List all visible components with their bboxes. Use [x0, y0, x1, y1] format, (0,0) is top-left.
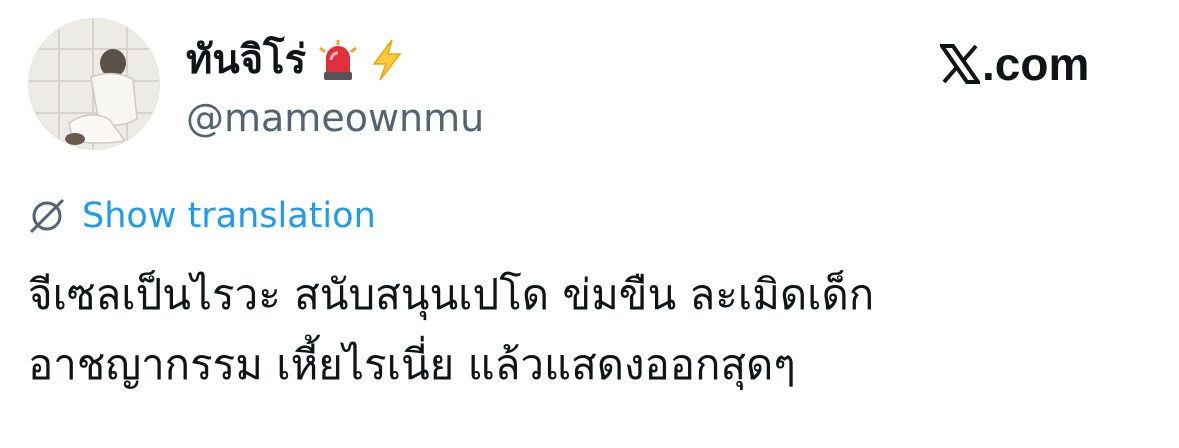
- lightning-icon: [370, 38, 404, 82]
- author-name-row: ทันจิโร่: [186, 32, 404, 88]
- tweet-card: ทันจิโร่ @mameownmu .com Show translatio…: [0, 0, 1179, 448]
- globe-slash-icon: [28, 197, 66, 235]
- brand-domain: .com: [982, 38, 1090, 90]
- author-handle[interactable]: @mameownmu: [186, 96, 484, 142]
- tweet-line: จีเซลเป็นไรวะ สนับสนุนเปโด ข่มขืน ละเมิด…: [28, 270, 875, 319]
- avatar-image: [29, 19, 159, 149]
- brand-mark: .com: [938, 38, 1090, 90]
- show-translation-label[interactable]: Show translation: [82, 198, 376, 234]
- avatar[interactable]: [28, 18, 160, 150]
- tweet-body: จีเซลเป็นไรวะ สนับสนุนเปโด ข่มขืน ละเมิด…: [28, 260, 1148, 400]
- author-display-name[interactable]: ทันจิโร่: [186, 40, 306, 80]
- police-light-icon: [318, 38, 358, 82]
- show-translation-button[interactable]: Show translation: [28, 194, 376, 238]
- x-logo-icon: [938, 44, 982, 84]
- tweet-line: อาชญากรรม เหี้ยไรเนี่ย แล้วแสดงออกสุดๆ: [28, 340, 796, 389]
